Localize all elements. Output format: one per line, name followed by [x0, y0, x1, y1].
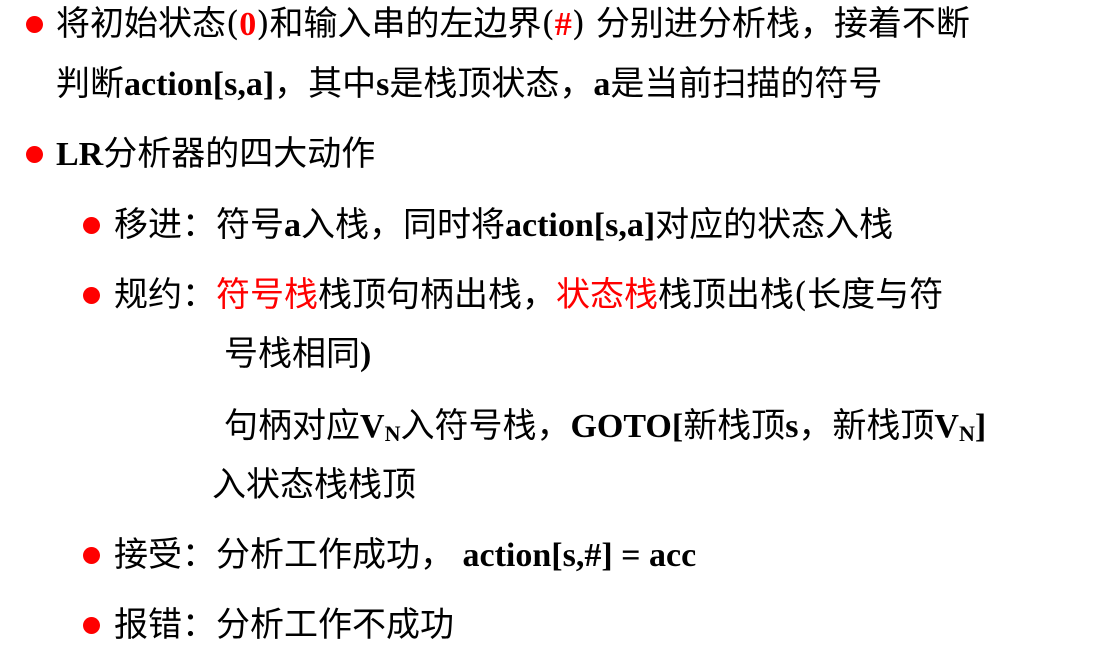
- left-boundary-hash: #: [554, 6, 572, 43]
- text: 号栈相同: [224, 334, 360, 374]
- accept-expr: action[s,#] = acc: [454, 537, 697, 574]
- reduce-line4: 入状态栈栈顶: [212, 465, 416, 505]
- accept-line: 接受：分析工作成功， action[s,#] = acc: [114, 535, 696, 576]
- vn-subscript: N: [958, 421, 975, 446]
- text: ) 分别进分析栈，接着不断: [571, 4, 970, 44]
- text: 对应的状态入栈: [655, 205, 894, 245]
- text: 分析器的四大动作: [103, 134, 376, 174]
- var-s: s: [785, 408, 799, 445]
- text: ): [360, 336, 372, 373]
- bullet-dot: [83, 217, 100, 234]
- var-s: s: [376, 66, 390, 103]
- vn-symbol: V: [360, 408, 385, 445]
- bullet-dot: [26, 146, 43, 163]
- action-expr: action[s,a]: [505, 207, 656, 244]
- action-expr: action[s,a]: [124, 66, 275, 103]
- item1-line2: 判断action[s,a]，其中s是栈顶状态，a是当前扫描的符号: [56, 64, 882, 105]
- text: ]: [974, 408, 987, 445]
- symbol-stack-highlight: 符号栈: [216, 275, 318, 315]
- bullet-dot: [83, 547, 100, 564]
- text: 移进：符号: [114, 205, 284, 245]
- var-a: a: [284, 207, 301, 244]
- text: ，新栈顶: [798, 406, 935, 446]
- reduce-line2: 号栈相同): [224, 334, 371, 375]
- vn-subscript: N: [384, 421, 401, 446]
- text: 新栈顶: [683, 406, 786, 446]
- text: 入状态栈栈顶: [212, 465, 416, 505]
- var-a: a: [593, 66, 611, 103]
- text: 是当前扫描的符号: [610, 64, 883, 104]
- text: 判断: [56, 64, 124, 104]
- reduce-line1: 规约：符号栈栈顶句柄出栈，状态栈栈顶出栈(长度与符: [114, 275, 943, 315]
- bullet-dot: [83, 617, 100, 634]
- reduce-line3: 句柄对应VN入符号栈，GOTO[新栈顶s，新栈顶VN]: [224, 406, 986, 454]
- text: ，其中: [274, 64, 377, 104]
- text: 入栈，同时将: [301, 205, 505, 245]
- shift-line: 移进：符号a入栈，同时将action[s,a]对应的状态入栈: [114, 205, 893, 246]
- text: 是栈顶状态，: [389, 64, 594, 104]
- slide: 将初始状态(0)和输入串的左边界(#) 分别进分析栈，接着不断 判断action…: [0, 0, 1106, 666]
- vn-symbol: V: [934, 408, 959, 445]
- goto-expr: GOTO[: [570, 408, 684, 445]
- item1-line1: 将初始状态(0)和输入串的左边界(#) 分别进分析栈，接着不断: [56, 4, 970, 45]
- state-stack-highlight: 状态栈: [556, 275, 658, 315]
- text: 报错：分析工作不成功: [114, 605, 454, 645]
- bullet-dot: [83, 287, 100, 304]
- text: 接受：分析工作成功，: [114, 535, 454, 575]
- initial-state-zero: 0: [239, 6, 257, 43]
- lr-label: LR: [56, 136, 104, 173]
- text: 栈顶出栈(长度与符: [658, 275, 944, 315]
- text: 栈顶句柄出栈，: [318, 275, 556, 315]
- text: 将初始状态(: [56, 4, 240, 44]
- text: 入符号栈，: [400, 406, 571, 446]
- text: )和输入串的左边界(: [256, 4, 555, 44]
- text: 句柄对应: [224, 406, 360, 446]
- text: 规约：: [114, 275, 216, 315]
- item2-heading: LR分析器的四大动作: [56, 134, 375, 175]
- bullet-dot: [26, 16, 43, 33]
- error-line: 报错：分析工作不成功: [114, 605, 454, 645]
